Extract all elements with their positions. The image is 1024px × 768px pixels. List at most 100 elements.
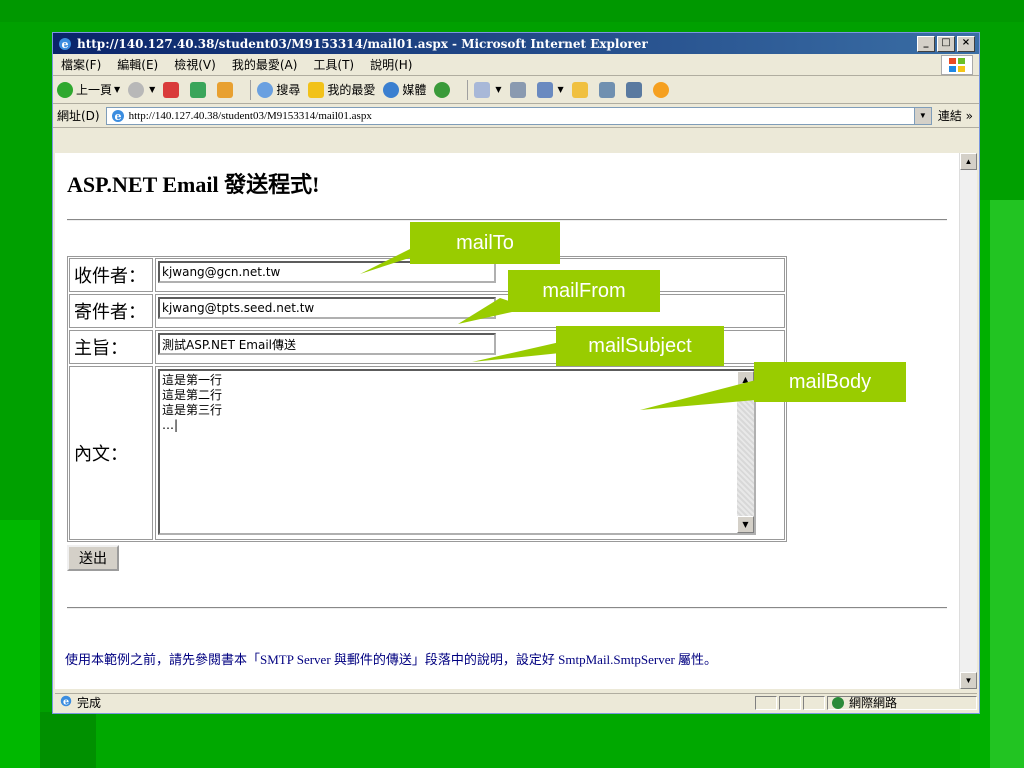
close-button[interactable]: × xyxy=(957,35,975,52)
status-text: 完成 xyxy=(77,696,102,710)
callout-mailBody: mailBody xyxy=(754,362,906,402)
address-bar: 網址(D) e http://140.127.40.38/student03/M… xyxy=(53,104,979,128)
mail-to-input[interactable]: kjwang@gcn.net.tw xyxy=(158,261,496,283)
toolbar-separator xyxy=(467,79,469,100)
search-label: 搜尋 xyxy=(276,83,301,97)
globe-icon xyxy=(832,696,844,709)
address-url: http://140.127.40.38/student03/M9153314/… xyxy=(128,109,372,122)
row-from: 寄件者： kjwang@tpts.seed.net.tw xyxy=(68,293,786,329)
print-icon xyxy=(509,81,526,98)
mail-icon xyxy=(474,81,491,98)
forward-button[interactable]: ▼ xyxy=(128,81,156,98)
chevron-down-icon[interactable]: ▼ xyxy=(913,107,931,124)
back-button[interactable]: 上一頁 ▼ xyxy=(57,81,120,98)
chevron-up-icon[interactable]: ▲ xyxy=(737,371,754,388)
edit-icon xyxy=(536,81,553,98)
history-button[interactable] xyxy=(434,81,453,98)
callout-mailFrom: mailFrom xyxy=(508,270,660,312)
windows-logo-icon xyxy=(941,55,973,75)
textarea-scrollbar[interactable]: ▲ ▼ xyxy=(737,371,754,533)
forward-arrow-icon xyxy=(128,81,145,98)
chevron-down-icon: ▼ xyxy=(495,85,502,94)
refresh-icon xyxy=(190,81,207,98)
from-label: 寄件者： xyxy=(69,294,153,328)
body-line: 這是第二行 xyxy=(162,388,223,402)
callout-mailSubject: mailSubject xyxy=(556,326,724,366)
subject-label: 主旨： xyxy=(69,330,153,364)
media-button[interactable]: 媒體 xyxy=(383,81,426,98)
history-icon xyxy=(434,81,451,98)
maximize-button[interactable]: □ xyxy=(937,35,955,52)
zone-text: 網際網路 xyxy=(849,696,898,710)
callout-mailTo: mailTo xyxy=(410,222,560,264)
divider xyxy=(67,219,947,221)
menu-help[interactable]: 說明(H) xyxy=(370,56,412,73)
stop-icon xyxy=(163,81,180,98)
smiley-button[interactable] xyxy=(652,81,672,98)
page-scrollbar[interactable]: ▲ ▼ xyxy=(959,153,977,689)
footer-note: 使用本範例之前，請先參閱書本「SMTP Server 與郵件的傳送」段落中的說明… xyxy=(65,652,718,667)
ie-icon: e xyxy=(57,36,73,52)
menu-view[interactable]: 檢視(V) xyxy=(174,56,216,73)
search-icon xyxy=(257,81,274,98)
status-pane xyxy=(755,695,777,710)
slide-top-stripe xyxy=(0,0,1024,22)
media-label: 媒體 xyxy=(402,83,427,97)
mail-button[interactable]: ▼ xyxy=(474,81,502,98)
svg-text:e: e xyxy=(62,38,69,51)
status-pane xyxy=(803,695,825,710)
mail-body-textarea[interactable]: 這是第一行 這是第二行 這是第三行 …| ▲ ▼ xyxy=(158,369,756,535)
minimize-button[interactable]: _ xyxy=(917,35,935,52)
messenger-icon xyxy=(625,81,642,98)
send-button[interactable]: 送出 xyxy=(67,545,119,571)
print-button[interactable] xyxy=(509,81,529,98)
slide-left-block xyxy=(0,520,40,768)
divider xyxy=(67,607,947,609)
body-line: 這是第三行 xyxy=(162,403,223,417)
folder-icon xyxy=(571,81,588,98)
address-input[interactable]: e http://140.127.40.38/student03/M915331… xyxy=(105,106,932,125)
chevron-down-icon: ▼ xyxy=(149,85,156,94)
title-bar[interactable]: e http://140.127.40.38/student03/M915331… xyxy=(53,33,979,54)
research-button[interactable] xyxy=(598,81,618,98)
window-title: http://140.127.40.38/student03/M9153314/… xyxy=(77,36,648,51)
stop-button[interactable] xyxy=(163,81,182,98)
menu-favorites[interactable]: 我的最愛(A) xyxy=(232,56,298,73)
links-button[interactable]: 連結 » xyxy=(938,107,973,124)
chevron-down-icon[interactable]: ▼ xyxy=(737,516,754,533)
chevron-down-icon: ▼ xyxy=(114,85,121,94)
page-title: ASP.NET Email 發送程式! xyxy=(67,172,320,197)
mail-form: 收件者： kjwang@gcn.net.tw 寄件者： kjwang@tpts.… xyxy=(67,256,787,542)
body-line: 這是第一行 xyxy=(162,373,223,387)
menu-edit[interactable]: 編輯(E) xyxy=(117,56,158,73)
chevron-down-icon[interactable]: ▼ xyxy=(960,672,977,689)
refresh-button[interactable] xyxy=(190,81,209,98)
mail-from-input[interactable]: kjwang@tpts.seed.net.tw xyxy=(158,297,496,319)
page-icon: e xyxy=(110,108,126,124)
from-cell: kjwang@tpts.seed.net.tw xyxy=(155,294,785,328)
back-label: 上一頁 xyxy=(76,83,113,97)
menu-tools[interactable]: 工具(T) xyxy=(313,56,354,73)
slide-right-block-light xyxy=(990,200,1024,768)
slide-bottom-block-light xyxy=(96,712,960,768)
page-done-icon: e xyxy=(59,694,73,711)
favorites-button[interactable]: 我的最愛 xyxy=(308,81,375,98)
standard-toolbar: 上一頁 ▼ ▼ 搜尋 我的最愛 媒體 ▼ ▼ xyxy=(53,76,979,104)
favorites-label: 我的最愛 xyxy=(327,83,376,97)
smiley-icon xyxy=(652,81,669,98)
menu-file[interactable]: 檔案(F) xyxy=(61,56,101,73)
mail-subject-input[interactable]: 測試ASP.NET Email傳送 xyxy=(158,333,496,355)
chevron-up-icon[interactable]: ▲ xyxy=(960,153,977,170)
body-cell: 這是第一行 這是第二行 這是第三行 …| ▲ ▼ xyxy=(155,366,785,540)
search-button[interactable]: 搜尋 xyxy=(257,81,300,98)
star-icon xyxy=(308,81,325,98)
address-label: 網址(D) xyxy=(57,109,100,123)
edit-button[interactable]: ▼ xyxy=(536,81,564,98)
home-icon xyxy=(217,81,234,98)
messenger-button[interactable] xyxy=(625,81,645,98)
home-button[interactable] xyxy=(217,81,236,98)
media-icon xyxy=(383,81,400,98)
menu-bar: 檔案(F) 編輯(E) 檢視(V) 我的最愛(A) 工具(T) 說明(H) xyxy=(53,54,979,76)
back-arrow-icon xyxy=(57,81,73,98)
discuss-button[interactable] xyxy=(571,81,591,98)
